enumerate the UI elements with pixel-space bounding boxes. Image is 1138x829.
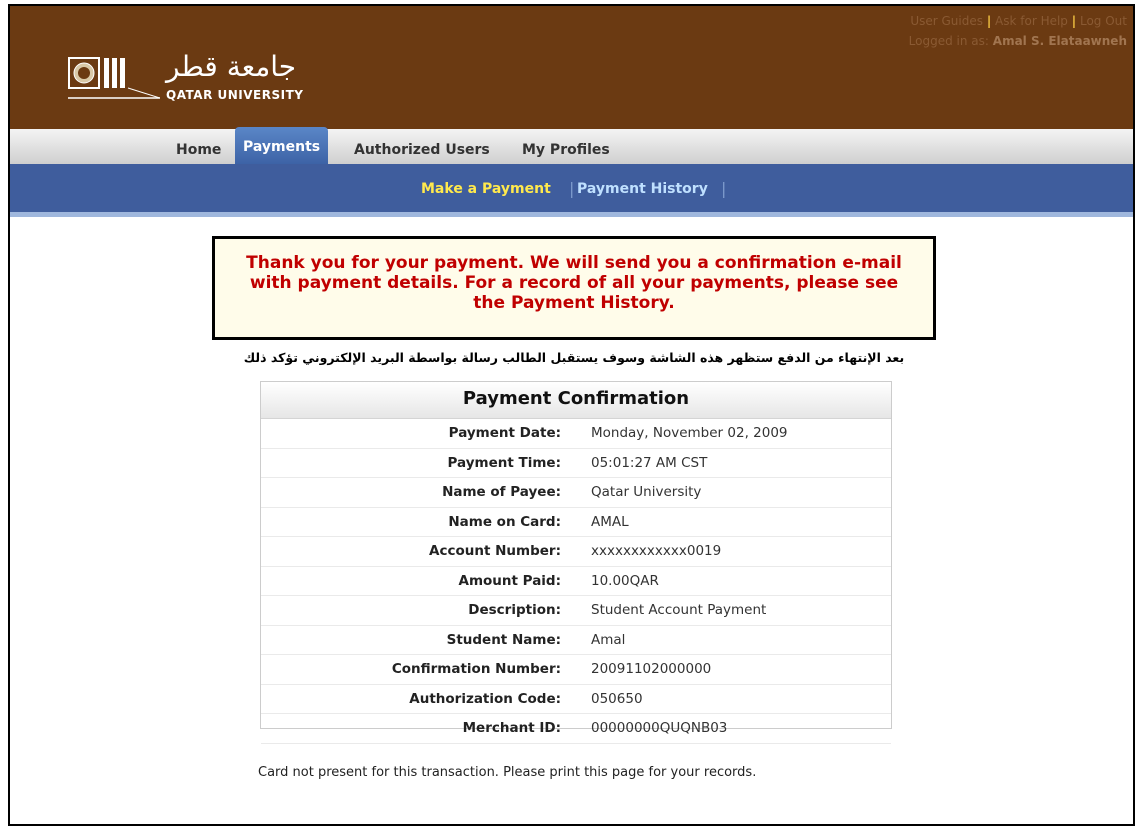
confirmation-label: Merchant ID: <box>462 720 561 736</box>
university-logo[interactable]: جامعة قطر QATAR UNIVERSITY <box>58 48 328 108</box>
arabic-annotation: بعد الإنتهاء من الدفع ستظهر هذه الشاشة و… <box>243 350 905 365</box>
link-separator: | <box>1071 14 1077 28</box>
link-separator: | <box>986 14 992 28</box>
confirmation-label: Payment Time: <box>447 454 561 471</box>
confirmation-label: Description: <box>468 602 561 618</box>
confirmation-value: Amal <box>591 631 626 648</box>
confirmation-row: Description: Student Account Payment <box>261 596 891 626</box>
panel-header: Payment Confirmation <box>261 382 891 419</box>
logo-english-text: QATAR UNIVERSITY <box>166 88 304 102</box>
user-guides-link[interactable]: User Guides <box>910 14 983 28</box>
confirmation-label: Name on Card: <box>448 513 561 530</box>
confirmation-value: Monday, November 02, 2009 <box>591 425 788 441</box>
confirmation-row: Payment Time: 05:01:27 AM CST <box>261 449 891 478</box>
confirmation-label: Amount Paid: <box>458 572 562 589</box>
panel-title: Payment Confirmation <box>462 388 690 409</box>
confirmation-value: xxxxxxxxxxxx0019 <box>591 543 722 559</box>
confirmation-row: Merchant ID: 00000000QUQNB03 <box>261 714 891 744</box>
confirmation-value: Student Account Payment <box>591 602 767 618</box>
confirmation-row: Name of Payee: Qatar University <box>261 478 891 508</box>
confirmation-rows: Payment Date: Monday, November 02, 2009 Pa… <box>261 419 891 744</box>
top-links: User Guides | Ask for Help | Log Out Log… <box>909 14 1127 48</box>
confirmation-label: Account Number: <box>429 543 561 559</box>
logged-in-label: Logged in as: <box>908 34 989 48</box>
confirmation-row: Payment Date: Monday, November 02, 2009 <box>261 419 891 449</box>
site-header: جامعة قطر QATAR UNIVERSITY User Guides |… <box>10 6 1133 129</box>
confirmation-value: 050650 <box>591 690 643 707</box>
confirmation-row: Confirmation Number: 20091102000000 <box>261 655 891 685</box>
confirmation-value: 10.00QAR <box>591 572 659 589</box>
confirmation-label: Payment Date: <box>448 425 561 441</box>
ask-for-help-link[interactable]: Ask for Help <box>995 14 1068 28</box>
logged-in-user: Amal S. Elataawneh <box>992 34 1127 48</box>
confirmation-label: Student Name: <box>446 631 561 648</box>
subnav-make-payment[interactable]: Make a Payment <box>421 181 551 197</box>
tab-authorized-users[interactable]: Authorized Users <box>354 136 490 164</box>
confirmation-row: Amount Paid: 10.00QAR <box>261 567 891 596</box>
payments-subnav: Make a Payment | Payment History | <box>10 164 1133 217</box>
confirmation-value: AMAL <box>591 513 629 530</box>
confirmation-row: Authorization Code: 050650 <box>261 685 891 714</box>
tab-payments[interactable]: Payments <box>235 127 329 164</box>
subnav-separator: | <box>569 179 575 198</box>
tab-my-profiles[interactable]: My Profiles <box>522 136 610 164</box>
print-note: Card not present for this transaction. P… <box>258 765 757 780</box>
browser-frame: جامعة قطر QATAR UNIVERSITY User Guides |… <box>8 4 1135 826</box>
confirmation-value: 20091102000000 <box>591 661 712 677</box>
confirmation-value: 05:01:27 AM CST <box>591 454 708 471</box>
log-out-link[interactable]: Log Out <box>1080 14 1127 28</box>
message-line: the Payment History. <box>473 293 675 313</box>
subnav-payment-history[interactable]: Payment History <box>577 181 708 197</box>
confirmation-label: Name of Payee: <box>442 484 561 500</box>
message-line: with payment details. For a record of al… <box>249 273 899 293</box>
tab-home[interactable]: Home <box>176 136 221 164</box>
main-nav: Home Payments Authorized Users My Profil… <box>10 127 1133 165</box>
payment-success-message: Thank you for your payment. We will send… <box>212 236 936 340</box>
subnav-separator: | <box>721 179 727 198</box>
message-line: Thank you for your payment. We will send… <box>246 253 902 273</box>
confirmation-row: Student Name: Amal <box>261 626 891 655</box>
university-emblem-icon <box>68 57 160 99</box>
confirmation-label: Confirmation Number: <box>391 661 561 677</box>
confirmation-label: Authorization Code: <box>409 690 561 707</box>
payment-confirmation-panel: Payment Confirmation Payment Date: Monday… <box>260 381 892 744</box>
confirmation-row: Account Number: xxxxxxxxxxxx0019 <box>261 537 891 567</box>
confirmation-value: 00000000QUQNB03 <box>591 720 728 736</box>
logo-arabic-text: جامعة قطر <box>166 50 297 83</box>
confirmation-row: Name on Card: AMAL <box>261 508 891 537</box>
confirmation-value: Qatar University <box>591 484 702 500</box>
